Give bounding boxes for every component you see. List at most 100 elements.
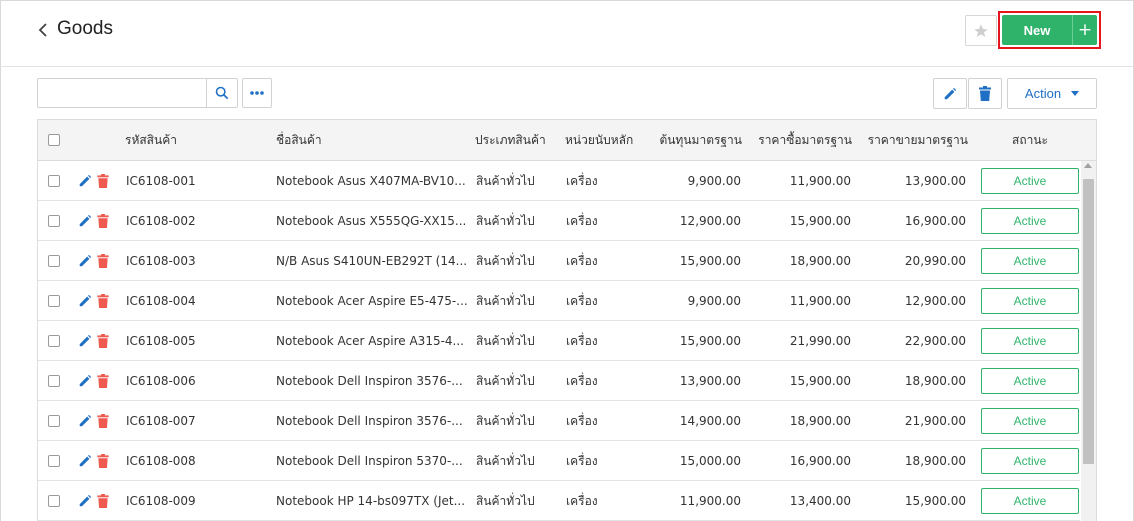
trash-icon[interactable] bbox=[97, 254, 109, 268]
table-row[interactable]: IC6108-009 Notebook HP 14-bs097TX (Jet...… bbox=[38, 481, 1080, 521]
pencil-icon bbox=[944, 87, 957, 99]
row-checkbox[interactable] bbox=[48, 415, 60, 427]
pencil-icon[interactable] bbox=[78, 454, 92, 468]
row-checkbox[interactable] bbox=[48, 335, 60, 347]
row-checkbox[interactable] bbox=[48, 375, 60, 387]
trash-icon[interactable] bbox=[97, 294, 109, 308]
cell-sell-price: 20,990.00 bbox=[904, 254, 966, 268]
table-row[interactable]: IC6108-008 Notebook Dell Inspiron 5370-..… bbox=[38, 441, 1080, 481]
cell-buy-price: 18,900.00 bbox=[789, 414, 851, 428]
cell-cost: 15,900.00 bbox=[679, 334, 741, 348]
search-icon bbox=[215, 86, 229, 100]
cell-type: สินค้าทั่วไป bbox=[476, 174, 535, 188]
row-checkbox[interactable] bbox=[48, 255, 60, 267]
table-row[interactable]: IC6108-003 N/B Asus S410UN-EB292T (14... ส… bbox=[38, 241, 1080, 281]
cell-buy-price: 11,900.00 bbox=[789, 294, 851, 308]
status-badge[interactable]: Active bbox=[981, 328, 1079, 354]
search-input[interactable] bbox=[38, 79, 206, 107]
new-button[interactable]: New bbox=[1002, 15, 1072, 45]
cell-unit: เครื่อง bbox=[566, 214, 598, 228]
cell-code: IC6108-009 bbox=[126, 494, 196, 508]
trash-icon[interactable] bbox=[97, 494, 109, 508]
cell-name: Notebook Asus X555QG-XX15... bbox=[276, 214, 467, 228]
cell-sell-price: 13,900.00 bbox=[904, 174, 966, 188]
cell-code: IC6108-005 bbox=[126, 334, 196, 348]
favorite-button[interactable] bbox=[965, 15, 997, 46]
pencil-icon[interactable] bbox=[78, 294, 92, 308]
column-header-sell-price[interactable]: ราคาขายมาตรฐาน bbox=[856, 120, 968, 160]
trash-icon[interactable] bbox=[97, 454, 109, 468]
table-row[interactable]: IC6108-002 Notebook Asus X555QG-XX15... สิ… bbox=[38, 201, 1080, 241]
trash-icon[interactable] bbox=[97, 374, 109, 388]
caret-down-icon bbox=[1071, 91, 1080, 96]
cell-unit: เครื่อง bbox=[566, 294, 598, 308]
cell-name: Notebook Asus X407MA-BV10... bbox=[276, 174, 466, 188]
cell-name: N/B Asus S410UN-EB292T (14... bbox=[276, 254, 468, 268]
new-button-highlight: New + bbox=[998, 11, 1101, 49]
column-header-cost[interactable]: ต้นทุนมาตรฐาน bbox=[638, 120, 742, 160]
row-checkbox[interactable] bbox=[48, 495, 60, 507]
pencil-icon[interactable] bbox=[78, 334, 92, 348]
cell-unit: เครื่อง bbox=[566, 334, 598, 348]
table-row[interactable]: IC6108-006 Notebook Dell Inspiron 3576-..… bbox=[38, 361, 1080, 401]
column-header-unit[interactable]: หน่วยนับหลัก bbox=[565, 120, 633, 160]
pencil-icon[interactable] bbox=[78, 414, 92, 428]
status-badge[interactable]: Active bbox=[981, 368, 1079, 394]
cell-type: สินค้าทั่วไป bbox=[476, 494, 535, 508]
search-button[interactable] bbox=[206, 79, 237, 107]
chevron-left-icon[interactable] bbox=[36, 22, 50, 38]
cell-cost: 15,000.00 bbox=[679, 454, 741, 468]
trash-icon[interactable] bbox=[97, 334, 109, 348]
pencil-icon[interactable] bbox=[78, 374, 92, 388]
scroll-thumb[interactable] bbox=[1083, 179, 1094, 464]
bulk-edit-button[interactable] bbox=[933, 78, 967, 109]
status-badge[interactable]: Active bbox=[981, 208, 1079, 234]
status-badge[interactable]: Active bbox=[981, 168, 1079, 194]
row-checkbox[interactable] bbox=[48, 175, 60, 187]
row-checkbox[interactable] bbox=[48, 455, 60, 467]
new-dropdown-button[interactable]: + bbox=[1072, 15, 1097, 45]
cell-unit: เครื่อง bbox=[566, 254, 598, 268]
cell-cost: 13,900.00 bbox=[679, 374, 741, 388]
trash-icon[interactable] bbox=[97, 414, 109, 428]
vertical-scrollbar[interactable] bbox=[1081, 161, 1096, 521]
pencil-icon[interactable] bbox=[78, 214, 92, 228]
column-header-name[interactable]: ชื่อสินค้า bbox=[276, 120, 322, 160]
cell-unit: เครื่อง bbox=[566, 414, 598, 428]
select-all-checkbox[interactable] bbox=[48, 134, 60, 146]
column-header-code[interactable]: รหัสสินค้า bbox=[125, 120, 177, 160]
status-badge[interactable]: Active bbox=[981, 288, 1079, 314]
status-badge[interactable]: Active bbox=[981, 448, 1079, 474]
pencil-icon[interactable] bbox=[78, 494, 92, 508]
cell-buy-price: 15,900.00 bbox=[789, 374, 851, 388]
table-row[interactable]: IC6108-004 Notebook Acer Aspire E5-475-..… bbox=[38, 281, 1080, 321]
pencil-icon[interactable] bbox=[78, 254, 92, 268]
table-row[interactable]: IC6108-005 Notebook Acer Aspire A315-4...… bbox=[38, 321, 1080, 361]
column-header-buy-price[interactable]: ราคาซื้อมาตรฐาน bbox=[746, 120, 852, 160]
cell-buy-price: 18,900.00 bbox=[789, 254, 851, 268]
cell-code: IC6108-002 bbox=[126, 214, 196, 228]
row-checkbox[interactable] bbox=[48, 215, 60, 227]
cell-type: สินค้าทั่วไป bbox=[476, 414, 535, 428]
status-badge[interactable]: Active bbox=[981, 488, 1079, 514]
status-badge[interactable]: Active bbox=[981, 248, 1079, 274]
row-checkbox[interactable] bbox=[48, 295, 60, 307]
scroll-up-icon[interactable] bbox=[1084, 163, 1092, 168]
pencil-icon[interactable] bbox=[78, 174, 92, 188]
column-header-type[interactable]: ประเภทสินค้า bbox=[475, 120, 546, 160]
cell-sell-price: 18,900.00 bbox=[904, 374, 966, 388]
trash-icon[interactable] bbox=[97, 214, 109, 228]
trash-icon bbox=[979, 86, 991, 101]
status-badge[interactable]: Active bbox=[981, 408, 1079, 434]
action-dropdown-button[interactable]: Action bbox=[1007, 78, 1097, 109]
bulk-delete-button[interactable] bbox=[968, 78, 1002, 109]
table-row[interactable]: IC6108-007 Notebook Dell Inspiron 3576-..… bbox=[38, 401, 1080, 441]
star-icon bbox=[974, 23, 988, 37]
cell-sell-price: 12,900.00 bbox=[904, 294, 966, 308]
column-header-status[interactable]: สถานะ bbox=[981, 120, 1079, 160]
table-row[interactable]: IC6108-001 Notebook Asus X407MA-BV10... สิ… bbox=[38, 161, 1080, 201]
more-options-button[interactable] bbox=[242, 78, 272, 108]
cell-type: สินค้าทั่วไป bbox=[476, 454, 535, 468]
trash-icon[interactable] bbox=[97, 174, 109, 188]
more-dots-icon bbox=[250, 91, 264, 95]
